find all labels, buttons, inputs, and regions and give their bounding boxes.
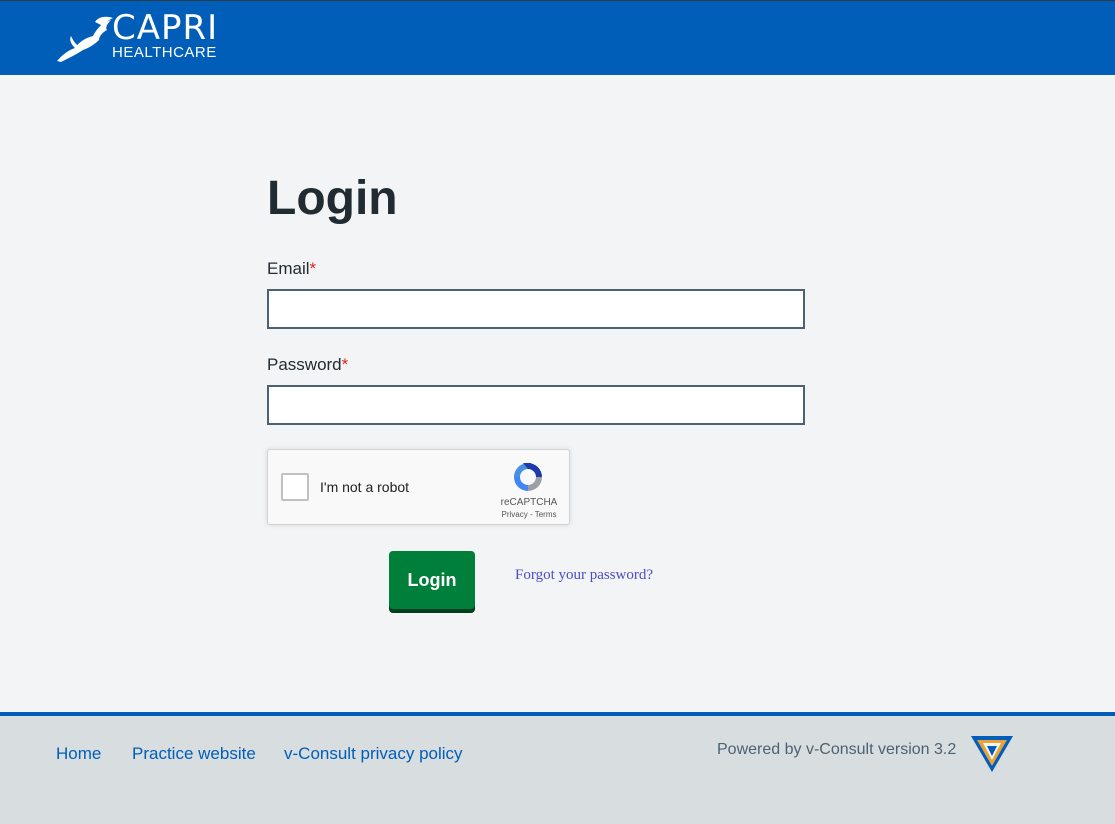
footer-link-practice-website[interactable]: Practice website (132, 744, 256, 764)
brand-title: CAPRI (112, 8, 219, 48)
site-footer: Home Practice website v-Consult privacy … (0, 712, 1115, 824)
powered-by-text: Powered by v-Consult version 3.2 (717, 741, 957, 758)
login-section: Login (267, 170, 827, 228)
email-label-text: Email (267, 259, 310, 278)
required-marker: * (309, 259, 317, 278)
v-consult-logo-icon (971, 736, 1013, 772)
footer-link-privacy-policy[interactable]: v-Consult privacy policy (284, 744, 463, 764)
site-header: CAPRI HEALTHCARE (0, 0, 1115, 75)
brand-text: CAPRI HEALTHCARE (112, 8, 219, 61)
captcha-links[interactable]: Privacy - Terms (494, 510, 564, 519)
login-button[interactable]: Login (389, 551, 475, 609)
brand-subtitle: HEALTHCARE (112, 44, 217, 61)
password-label-text: Password (267, 355, 342, 374)
brand-logo[interactable]: CAPRI HEALTHCARE (55, 8, 225, 65)
required-marker: * (341, 355, 349, 374)
recaptcha-icon (514, 463, 542, 491)
email-field[interactable] (267, 289, 805, 329)
footer-link-home[interactable]: Home (56, 744, 101, 764)
recaptcha-widget: I'm not a robot reCAPTCHA Privacy - Term… (267, 449, 570, 525)
password-field[interactable] (267, 385, 805, 425)
captcha-label: I'm not a robot (320, 479, 410, 495)
email-label: Email* (267, 259, 316, 279)
page-title: Login (267, 172, 398, 225)
captcha-brand: reCAPTCHA (500, 497, 558, 508)
password-label: Password* (267, 355, 348, 375)
forgot-password-link[interactable]: Forgot your password? (515, 567, 653, 584)
leaping-cat-logo-icon (57, 16, 113, 62)
captcha-checkbox[interactable] (281, 473, 309, 501)
